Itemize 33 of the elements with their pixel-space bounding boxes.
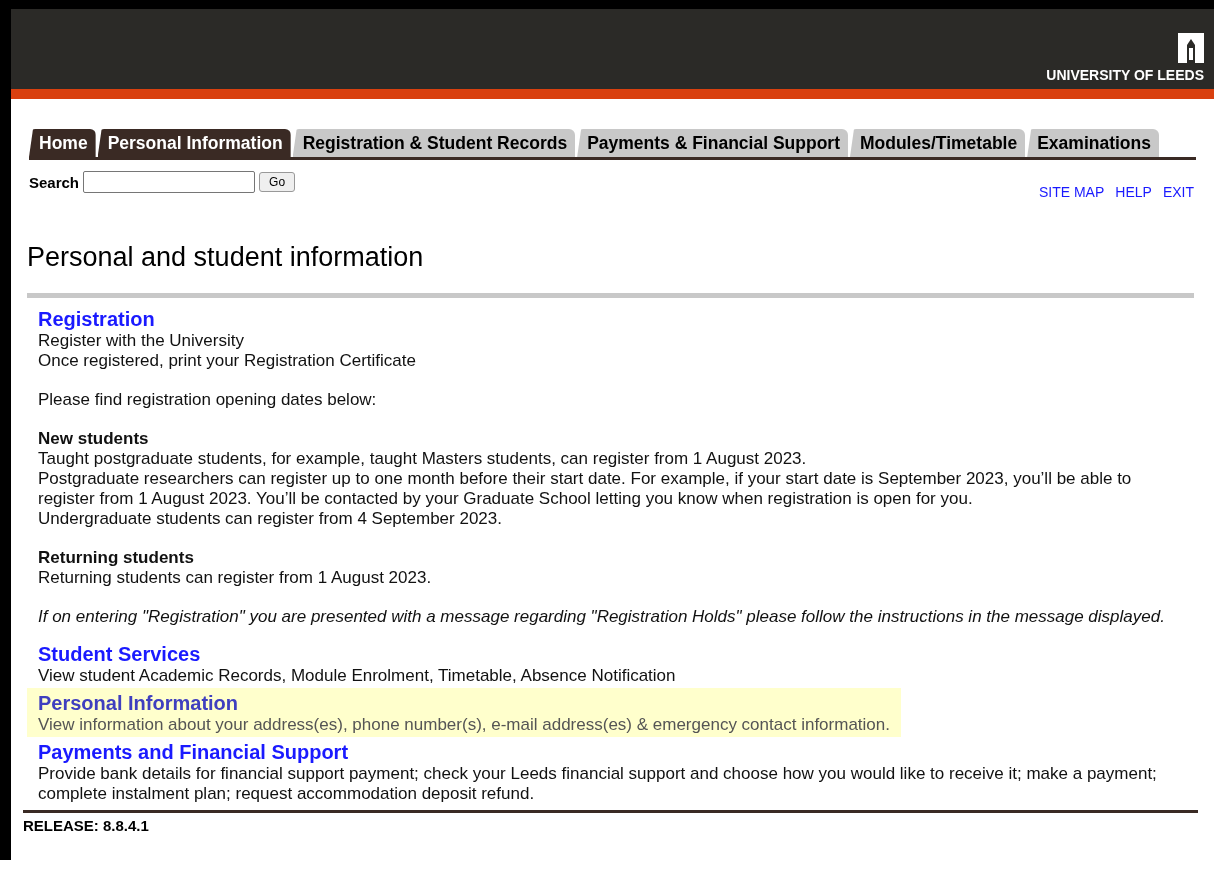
description-text: View information about your address(es), phone number(s), e-mail address(es) & emergency contact information.: [38, 715, 890, 735]
note-text: If on entering "Registration" you are presented with a message regarding "Registration Holds" please follow the instructions in the message displayed.: [38, 607, 1166, 627]
tower-logo-icon: [1178, 33, 1204, 63]
description-text: Postgraduate researchers can register up to one month before their start date. For example, if your start date is September 2023, you’ll be able to register from 1 August 2023. You’ll be contacted by your Graduate School letting you know when registration is open for you.: [38, 469, 1133, 509]
nav-tab[interactable]: Modules/Timetable: [849, 129, 1026, 157]
page-title: Personal and student information: [27, 242, 425, 273]
nav-tab[interactable]: Examinations: [1027, 129, 1159, 157]
top-link[interactable]: HELP: [1115, 184, 1152, 200]
subheading: Returning students: [38, 548, 195, 568]
description-text: Once registered, print your Registration Certificate: [38, 351, 417, 371]
section-link[interactable]: Registration: [38, 308, 155, 331]
top-link[interactable]: EXIT: [1162, 184, 1194, 200]
nav-tab[interactable]: Home: [29, 129, 96, 157]
subheading: New students: [38, 429, 150, 449]
section-link[interactable]: Student Services: [38, 643, 201, 666]
section-link[interactable]: Payments and Financial Support: [38, 741, 349, 764]
description-text: Taught postgraduate students, for example, taught Masters students, can register from 1 August 2023.: [38, 449, 808, 469]
nav-tab[interactable]: Personal Information: [97, 129, 291, 157]
description-text: Register with the University: [38, 331, 245, 351]
nav-tab[interactable]: Payments & Financial Support: [577, 129, 848, 157]
go-button[interactable]: Go: [259, 172, 296, 192]
search-field[interactable]: [83, 171, 256, 193]
search-label: Search: [29, 173, 80, 191]
description-text: Please find registration opening dates below:: [38, 390, 378, 410]
section-link[interactable]: Personal Information: [38, 692, 239, 715]
description-text: Undergraduate students can register from 4 September 2023.: [38, 509, 503, 529]
release-text: RELEASE: 8.8.4.1: [23, 817, 149, 834]
description-text: Returning students can register from 1 August 2023.: [38, 568, 433, 588]
university-name: UNIVERSITY OF LEEDS: [1046, 67, 1204, 83]
description-text: Provide bank details for financial support payment; check your Leeds financial support and choose how you would like to receive it; make a payment; complete instalment plan; request accommodation deposit refund.: [38, 764, 1158, 804]
description-text: View student Academic Records, Module Enrolment, Timetable, Absence Notification: [38, 666, 677, 686]
top-link[interactable]: SITE MAP: [1038, 184, 1105, 200]
nav-tab[interactable]: Registration & Student Records: [292, 129, 576, 157]
